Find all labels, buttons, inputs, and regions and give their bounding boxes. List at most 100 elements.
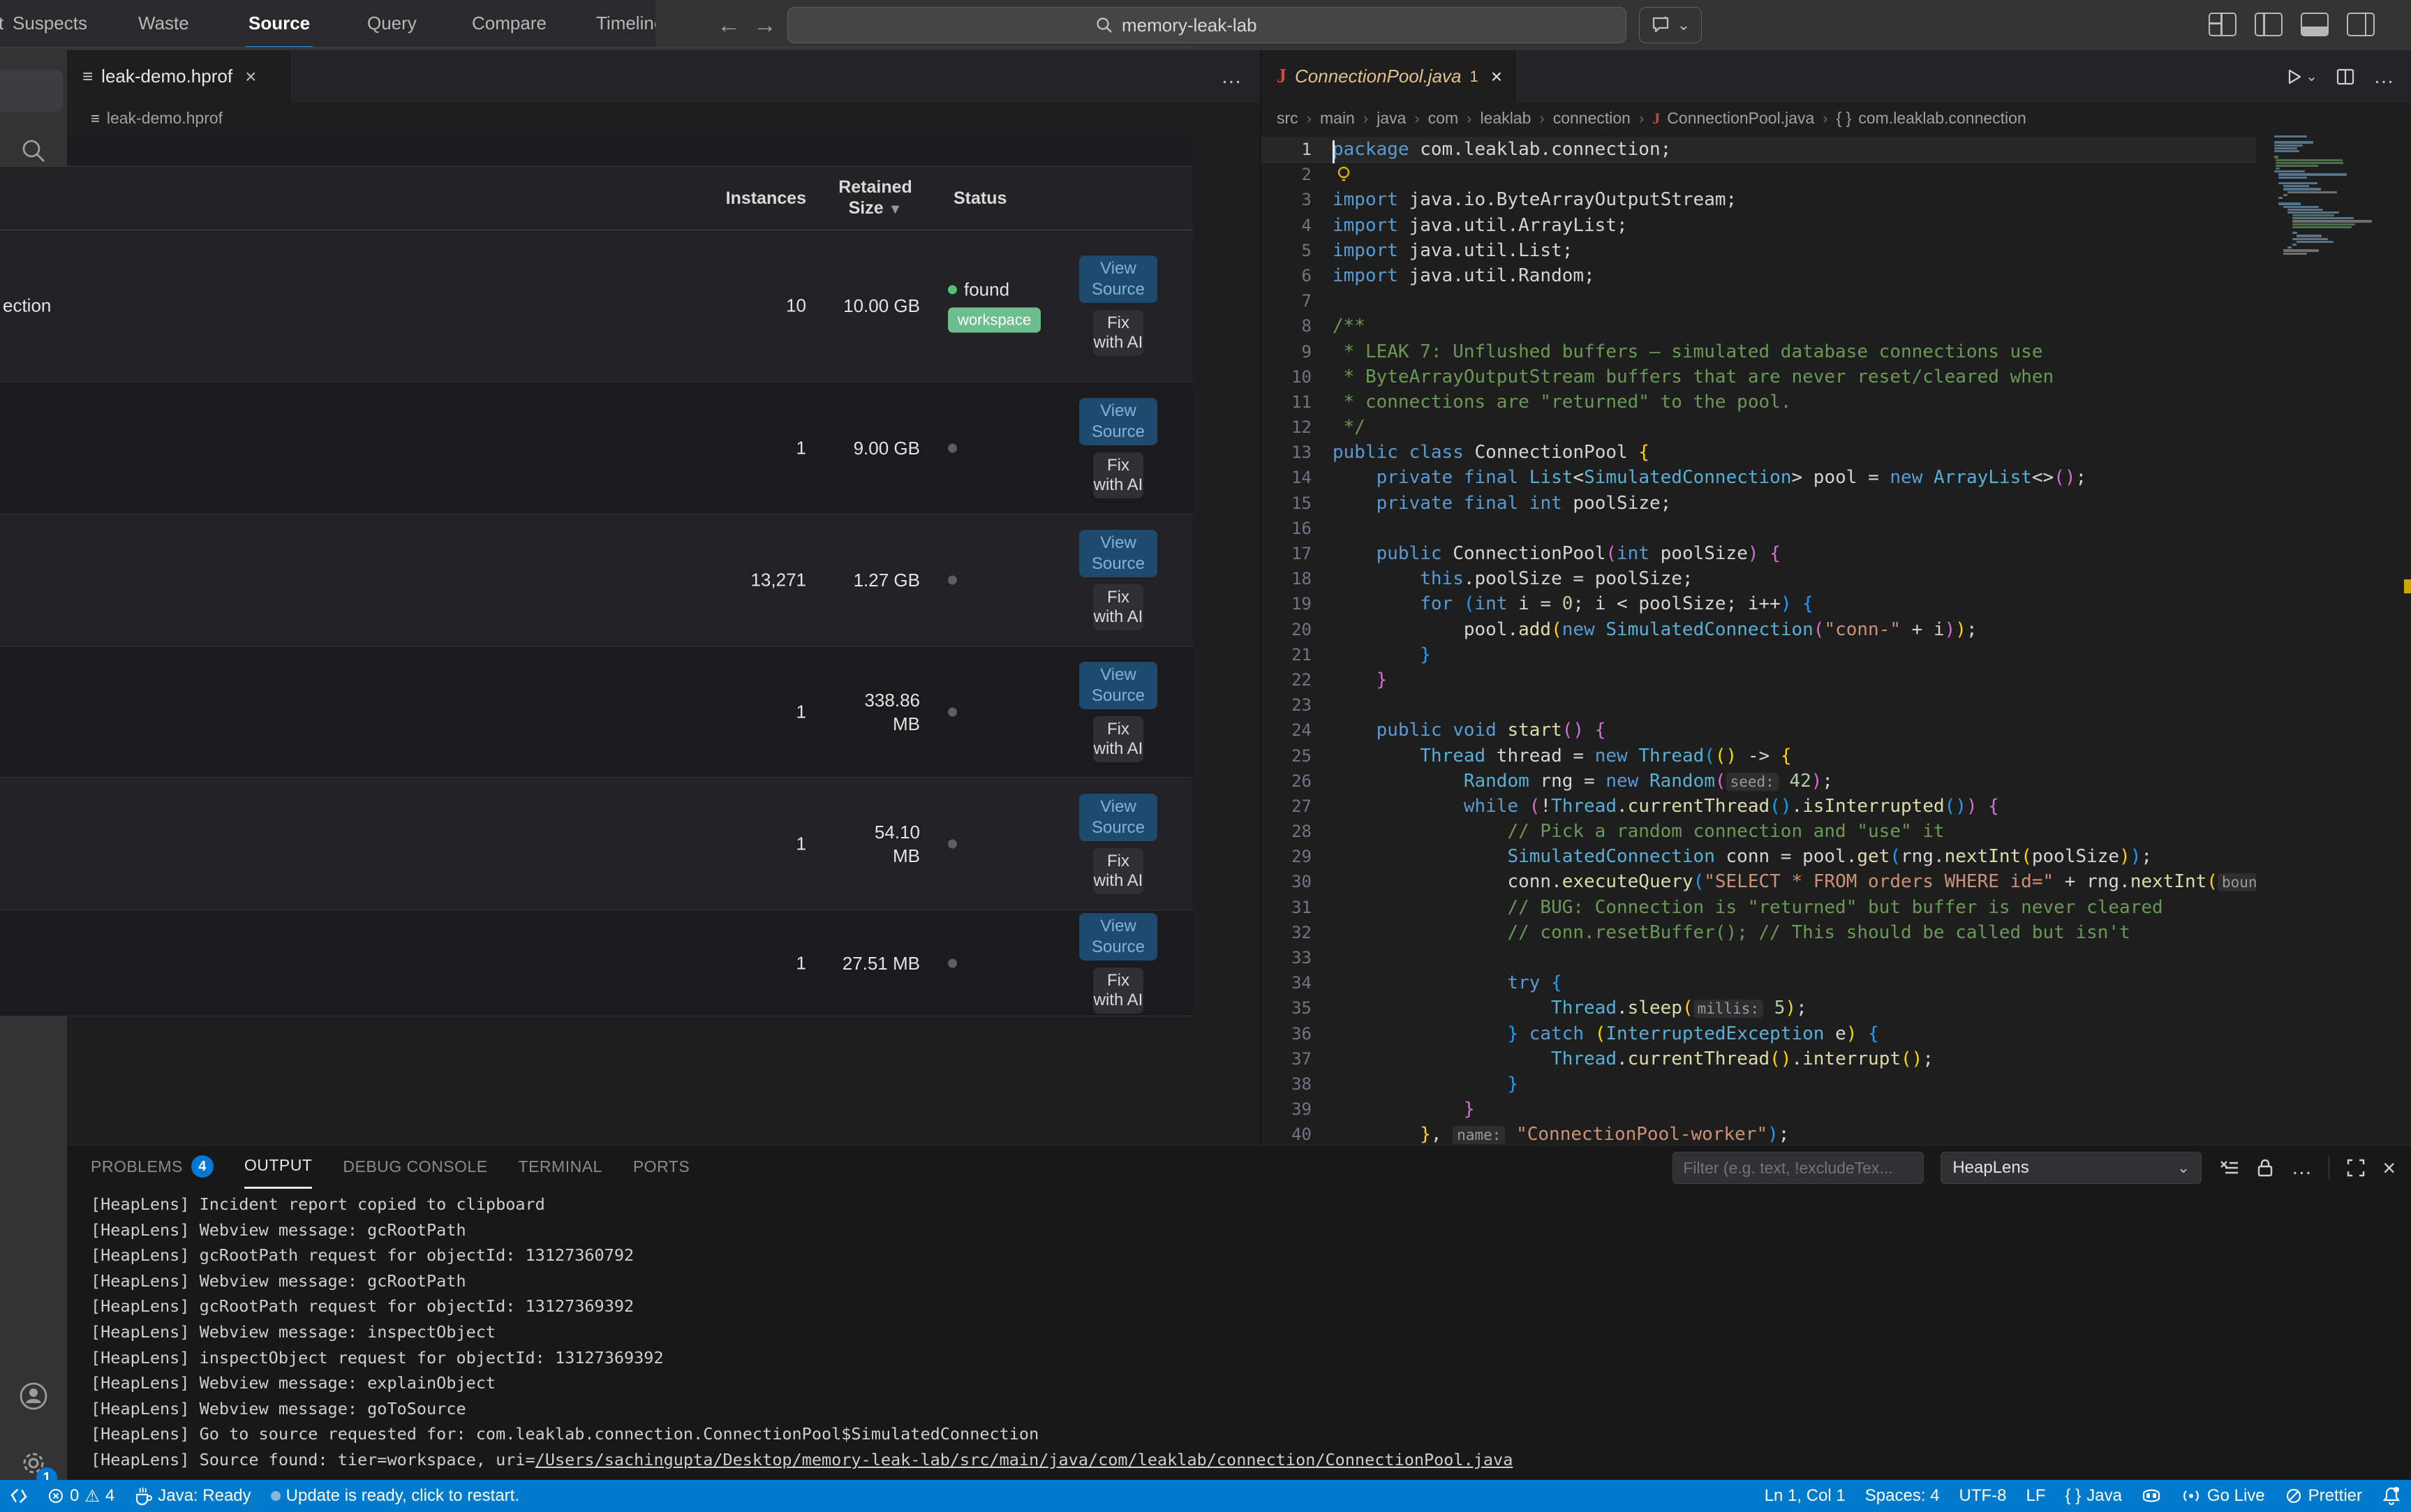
fix-with-ai-button[interactable]: Fix with AI [1093, 584, 1143, 630]
source-file-link[interactable]: /Users/sachingupta/Desktop/memory-leak-l… [535, 1450, 1513, 1469]
tab-connectionpool-java[interactable]: J ConnectionPool.java 1 × [1261, 50, 1518, 103]
command-center-search[interactable] [787, 7, 1626, 43]
code-line[interactable]: 37 Thread.currentThread().interrupt(); [1261, 1046, 2256, 1072]
left-breadcrumb[interactable]: ≡ leak-demo.hprof [67, 103, 1284, 134]
toolbar-button-fragment[interactable] [0, 70, 63, 112]
code-line[interactable]: 3import java.io.ByteArrayOutputStream; [1261, 187, 2256, 212]
code-line[interactable]: 12 */ [1261, 415, 2256, 440]
code-line[interactable]: 1package com.leaklab.connection; [1261, 137, 2256, 162]
tab-output[interactable]: OUTPUT [244, 1145, 313, 1189]
code-line[interactable]: 33 [1261, 945, 2256, 970]
breadcrumb-item[interactable]: com [1428, 109, 1458, 128]
remote-indicator[interactable] [0, 1480, 38, 1512]
close-icon[interactable]: × [245, 66, 256, 88]
webview-tab-fragment[interactable]: t [0, 0, 6, 46]
code-line[interactable]: 14 private final List<SimulatedConnectio… [1261, 465, 2256, 490]
code-line[interactable]: 15 private final int poolSize; [1261, 491, 2256, 516]
code-line[interactable]: 31 // BUG: Connection is "returned" but … [1261, 895, 2256, 920]
code-line[interactable]: 2 [1261, 162, 2256, 187]
code-line[interactable]: 35 Thread.sleep(millis: 5); [1261, 995, 2256, 1021]
code-line[interactable]: 34 try { [1261, 970, 2256, 995]
code-line[interactable]: 8/** [1261, 313, 2256, 339]
code-line[interactable]: 7 [1261, 288, 2256, 313]
code-line[interactable]: 36 } catch (InterruptedException e) { [1261, 1021, 2256, 1046]
table-row[interactable]: ection1010.00 GBfoundworkspaceView Sourc… [0, 230, 1193, 382]
run-java-icon[interactable]: ⌄ [2285, 68, 2317, 86]
lock-autoscroll-icon[interactable] [2256, 1157, 2274, 1178]
code-line[interactable]: 17 public ConnectionPool(int poolSize) { [1261, 541, 2256, 566]
code-line[interactable]: 16 [1261, 516, 2256, 541]
breadcrumb-item[interactable]: main [1320, 109, 1355, 128]
more-actions-icon[interactable]: … [2291, 1156, 2312, 1180]
close-panel-icon[interactable]: × [2382, 1155, 2396, 1181]
back-icon[interactable]: ← [713, 10, 744, 40]
view-source-button[interactable]: View Source [1079, 398, 1157, 445]
webview-tab-source[interactable]: Source [246, 0, 313, 47]
minimap[interactable] [2274, 135, 2393, 255]
breadcrumb-item[interactable]: leak-demo.hprof [107, 109, 223, 128]
code-line[interactable]: 11 * connections are "returned" to the p… [1261, 390, 2256, 415]
code-line[interactable]: 20 pool.add(new SimulatedConnection("con… [1261, 617, 2256, 642]
code-line[interactable]: 38 } [1261, 1072, 2256, 1097]
breadcrumb-item[interactable]: src [1277, 109, 1298, 128]
code-line[interactable]: 29 SimulatedConnection conn = pool.get(r… [1261, 844, 2256, 869]
table-row[interactable]: 154.10 MBView SourceFix with AI [0, 778, 1193, 910]
tab-problems[interactable]: PROBLEMS4 [91, 1146, 214, 1187]
breadcrumb-item[interactable]: com.leaklab.connection [1858, 109, 2026, 128]
code-line[interactable]: 13public class ConnectionPool { [1261, 440, 2256, 465]
more-actions-icon[interactable]: … [1221, 65, 1242, 89]
lightbulb-icon[interactable] [1334, 165, 1353, 184]
webview-tab-suspects[interactable]: Suspects [10, 0, 90, 46]
code-line[interactable]: 28 // Pick a random connection and "use"… [1261, 819, 2256, 844]
view-source-button[interactable]: View Source [1079, 255, 1157, 303]
split-editor-icon[interactable] [2336, 67, 2355, 87]
column-retained-size[interactable]: Retained Size ▼ [824, 177, 927, 220]
clear-output-icon[interactable] [2218, 1158, 2239, 1178]
code-line[interactable]: 9 * LEAK 7: Unflushed buffers — simulate… [1261, 339, 2256, 364]
cursor-position[interactable]: Ln 1, Col 1 [1755, 1480, 1855, 1512]
encoding[interactable]: UTF-8 [1950, 1480, 2017, 1512]
code-line[interactable]: 22 } [1261, 667, 2256, 692]
code-line[interactable]: 39 } [1261, 1097, 2256, 1122]
code-line[interactable]: 27 while (!Thread.currentThread().isInte… [1261, 794, 2256, 819]
forward-icon[interactable]: → [750, 10, 780, 40]
code-line[interactable]: 6import java.util.Random; [1261, 263, 2256, 288]
webview-tab-query[interactable]: Query [364, 0, 420, 46]
search-input[interactable] [1120, 14, 1319, 37]
toggle-secondary-sidebar-icon[interactable] [2347, 13, 2375, 36]
close-icon[interactable]: × [1491, 66, 1502, 88]
account-icon[interactable] [0, 1363, 67, 1430]
tab-ports[interactable]: PORTS [633, 1146, 690, 1187]
webview-tab-waste[interactable]: Waste [135, 0, 192, 46]
problems-status[interactable]: 0 ⚠ 4 [38, 1480, 124, 1512]
notifications-bell-icon[interactable] [2372, 1480, 2411, 1512]
breadcrumb-item[interactable]: ConnectionPool.java [1667, 109, 1814, 128]
more-actions-icon[interactable]: … [2373, 65, 2394, 89]
code-line[interactable]: 32 // conn.resetBuffer(); // This should… [1261, 920, 2256, 945]
code-line[interactable]: 5import java.util.List; [1261, 238, 2256, 263]
fix-with-ai-button[interactable]: Fix with AI [1093, 452, 1143, 498]
view-source-button[interactable]: View Source [1079, 913, 1157, 961]
toggle-panel-icon[interactable] [2301, 13, 2329, 36]
fix-with-ai-button[interactable]: Fix with AI [1093, 310, 1143, 356]
fix-with-ai-button[interactable]: Fix with AI [1093, 716, 1143, 762]
code-line[interactable]: 30 conn.executeQuery("SELECT * FROM orde… [1261, 869, 2256, 894]
code-line[interactable]: 24 public void start() { [1261, 718, 2256, 743]
language-mode[interactable]: { } Java [2056, 1480, 2132, 1512]
output-filter-input[interactable] [1672, 1152, 1924, 1184]
table-row[interactable]: 19.00 GBView SourceFix with AI [0, 382, 1193, 514]
table-row[interactable]: 1338.86 MBView SourceFix with AI [0, 646, 1193, 778]
code-line[interactable]: 4import java.util.ArrayList; [1261, 213, 2256, 238]
code-line[interactable]: 23 [1261, 692, 2256, 718]
view-source-button[interactable]: View Source [1079, 530, 1157, 577]
table-row[interactable]: 127.51 MBView SourceFix with AI [0, 910, 1193, 1011]
eol-sequence[interactable]: LF [2017, 1480, 2056, 1512]
breadcrumb-item[interactable]: java [1377, 109, 1406, 128]
java-status[interactable]: Java: Ready [124, 1480, 260, 1512]
column-status[interactable]: Status [954, 188, 1007, 209]
code-line[interactable]: 21 } [1261, 642, 2256, 667]
tab-leak-demo-hprof[interactable]: ≡ leak-demo.hprof × [67, 50, 292, 103]
code-line[interactable]: 18 this.poolSize = poolSize; [1261, 566, 2256, 591]
prettier-status[interactable]: Prettier [2275, 1480, 2372, 1512]
maximize-panel-icon[interactable] [2346, 1158, 2366, 1178]
